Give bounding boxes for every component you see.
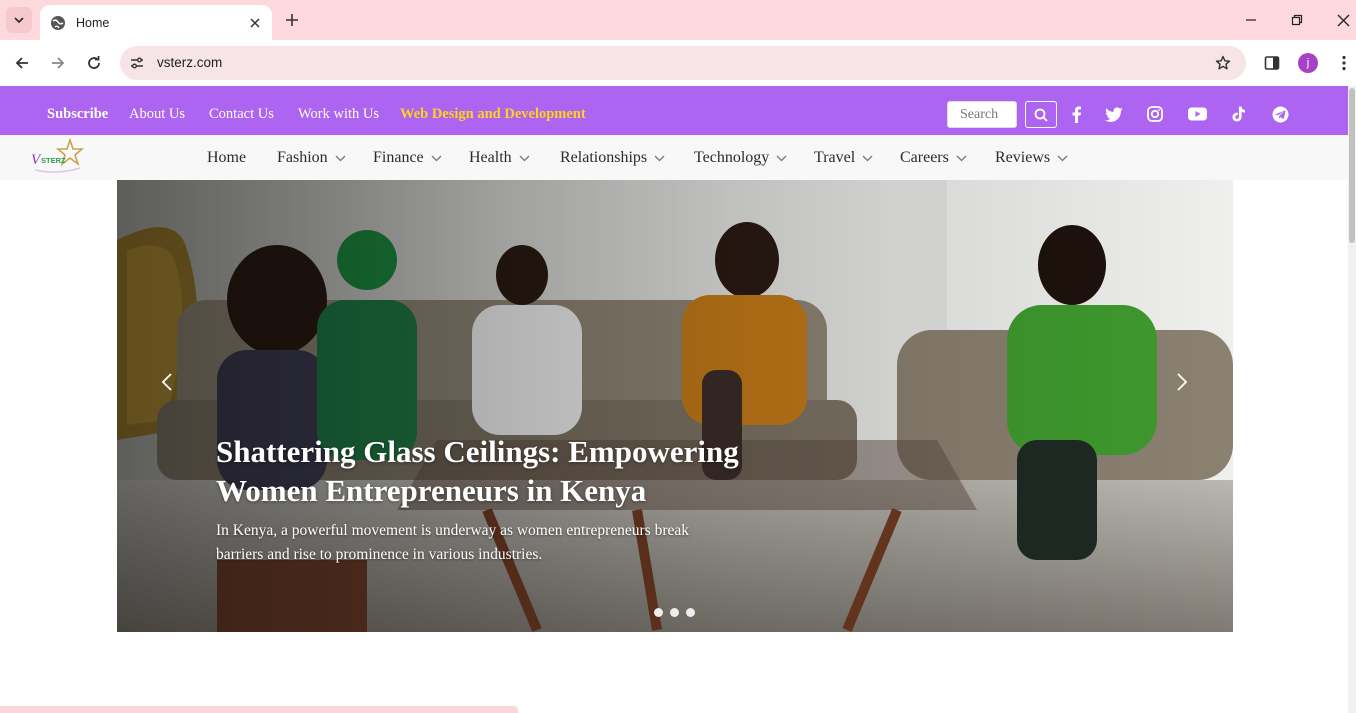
carousel-prev-icon[interactable] (155, 368, 179, 396)
main-navigation: V STERZ Home Fashion Finance Health Rela… (0, 135, 1348, 180)
telegram-icon[interactable] (1270, 104, 1290, 124)
browser-tabstrip: Home (0, 0, 1356, 40)
chevron-down-icon (654, 155, 665, 161)
nav-technology-label: Technology (694, 149, 770, 166)
tiktok-icon[interactable] (1229, 104, 1249, 124)
nav-fashion[interactable]: Fashion (277, 149, 346, 167)
nav-technology[interactable]: Technology (694, 149, 787, 167)
carousel-next-icon[interactable] (1170, 368, 1194, 396)
nav-health-label: Health (469, 149, 512, 166)
site-info-icon[interactable] (128, 54, 146, 72)
chevron-down-icon (519, 155, 530, 161)
close-window-icon[interactable] (1331, 8, 1355, 32)
nav-finance[interactable]: Finance (373, 149, 442, 167)
browser-tab-home[interactable]: Home (40, 5, 272, 40)
tab-search-button[interactable] (6, 7, 32, 33)
nav-home[interactable]: Home (207, 149, 246, 167)
nav-home-label: Home (207, 149, 247, 166)
chevron-down-icon (431, 155, 442, 161)
page-viewport: Subscribe About Us Contact Us Work with … (0, 86, 1356, 713)
globe-icon (51, 15, 65, 30)
nav-travel-label: Travel (814, 149, 856, 166)
scrollbar-thumb[interactable] (1349, 88, 1355, 243)
nav-relationships-label: Relationships (560, 149, 648, 166)
hero-carousel[interactable]: Shattering Glass Ceilings: Empowering Wo… (117, 180, 1233, 632)
browser-menu-icon[interactable] (1334, 53, 1354, 73)
reload-icon[interactable] (82, 51, 106, 75)
twitter-icon[interactable] (1104, 104, 1124, 124)
chevron-down-icon (335, 155, 346, 161)
restore-icon[interactable] (1285, 8, 1309, 32)
nav-travel[interactable]: Travel (814, 149, 873, 167)
top-bar: Subscribe About Us Contact Us Work with … (0, 86, 1348, 135)
hero-description: In Kenya, a powerful movement is underwa… (216, 522, 690, 563)
subscribe-link[interactable]: Subscribe (47, 106, 108, 123)
nav-fashion-label: Fashion (277, 149, 328, 166)
chevron-down-icon (14, 17, 24, 24)
bookmark-star-icon[interactable] (1214, 54, 1232, 72)
facebook-icon[interactable] (1066, 104, 1086, 124)
nav-careers[interactable]: Careers (900, 149, 967, 167)
minimize-icon[interactable] (1239, 8, 1263, 32)
section-divider (0, 706, 518, 713)
carousel-dot-1[interactable] (654, 608, 663, 617)
chevron-down-icon (862, 155, 873, 161)
nav-reviews-label: Reviews (995, 149, 1051, 166)
chevron-down-icon (956, 155, 967, 161)
nav-finance-label: Finance (373, 149, 424, 166)
carousel-dot-2[interactable] (670, 608, 679, 617)
search-icon (1034, 108, 1048, 122)
search-input[interactable]: Search (947, 101, 1017, 128)
about-us-link[interactable]: About Us (129, 106, 185, 123)
site-logo[interactable]: V STERZ (30, 137, 85, 178)
nav-relationships[interactable]: Relationships (560, 149, 665, 167)
side-panel-icon[interactable] (1263, 54, 1281, 72)
close-tab-icon[interactable] (246, 14, 264, 32)
web-design-link[interactable]: Web Design and Development (400, 106, 586, 123)
instagram-icon[interactable] (1145, 104, 1165, 124)
address-bar[interactable]: vsterz.com (120, 46, 1246, 80)
new-tab-icon[interactable] (282, 10, 302, 30)
tab-title: Home (76, 15, 110, 30)
nav-reviews[interactable]: Reviews (995, 149, 1068, 167)
search-button[interactable] (1025, 101, 1057, 128)
youtube-icon[interactable] (1187, 104, 1207, 124)
url-text[interactable]: vsterz.com (157, 55, 222, 70)
carousel-dot-3[interactable] (686, 608, 695, 617)
forward-icon[interactable] (46, 51, 70, 75)
browser-toolbar: vsterz.com j (0, 40, 1356, 86)
back-icon[interactable] (10, 51, 34, 75)
chevron-down-icon (1057, 155, 1068, 161)
nav-health[interactable]: Health (469, 149, 530, 167)
profile-avatar[interactable]: j (1298, 53, 1318, 73)
nav-careers-label: Careers (900, 149, 949, 166)
hero-title[interactable]: Shattering Glass Ceilings: Empowering Wo… (216, 432, 756, 510)
work-with-us-link[interactable]: Work with Us (298, 106, 379, 123)
contact-us-link[interactable]: Contact Us (209, 106, 274, 123)
page-scrollbar[interactable] (1348, 86, 1356, 713)
svg-text:STERZ: STERZ (41, 156, 66, 165)
chevron-down-icon (776, 155, 787, 161)
